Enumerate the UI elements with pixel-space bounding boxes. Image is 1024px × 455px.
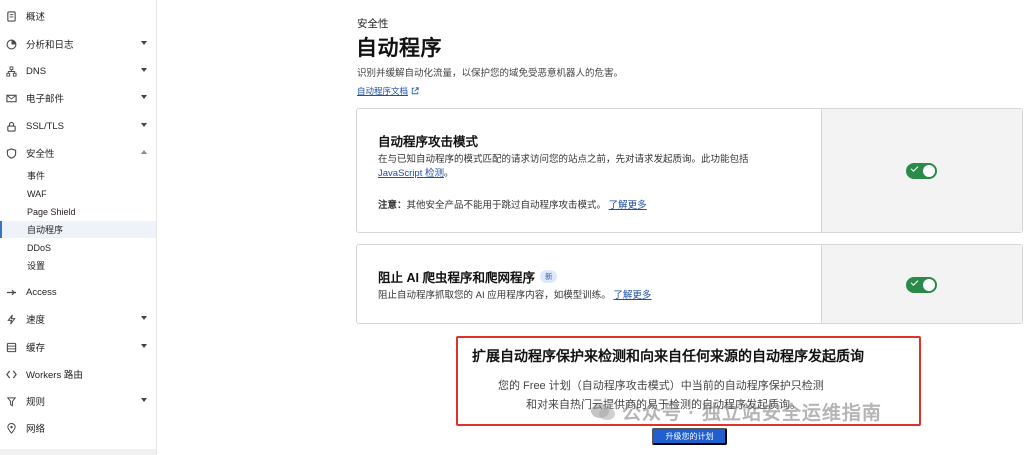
card-note: 注意：其他安全产品不能用于跳过自动程序攻击模式。 了解更多 [378,199,647,213]
sidebar-item-label: 概述 [26,12,46,23]
sidebar-item-label: 规则 [26,397,46,408]
card-description-text: 阻止自动程序抓取您的 AI 应用程序内容，如模型训练。 [378,290,611,301]
sidebar-item-label: 分析和日志 [26,40,74,51]
toggle-knob [923,279,935,291]
bot-fight-mode-toggle[interactable] [906,163,937,179]
sidebar-item-ssl-tls[interactable]: SSL/TLS [0,116,156,136]
chevron-down-icon [141,41,147,45]
sidebar-item-network[interactable]: 网络 [0,418,156,438]
sidebar-item-label: 缓存 [26,343,46,354]
sidebar-item-label: 网络 [26,424,46,435]
block-ai-bots-toggle[interactable] [906,277,937,293]
check-icon [910,278,919,286]
upgrade-plan-button[interactable]: 升级您的计划 [652,428,727,445]
sidebar-item-label: 安全性 [26,149,55,160]
sidebar-item-label: 电子邮件 [26,94,65,105]
check-icon [910,164,919,172]
breadcrumb: 安全性 [357,18,389,30]
sidebar-item-label: DNS [26,65,47,77]
workers-icon [5,368,17,380]
bolt-icon [5,313,17,325]
bots-docs-link[interactable]: 自动程序文档 [357,85,419,97]
watermark-text: 公众号 · 独立站安全运维指南 [622,403,882,424]
location-icon [5,422,17,434]
chevron-down-icon [141,123,147,127]
cache-icon [5,341,17,353]
sidebar-item-rules[interactable]: 规则 [0,391,156,411]
sidebar-item-email[interactable]: 电子邮件 [0,88,156,108]
card-title: 自动程序攻击模式 [378,135,479,149]
sidebar-footer [0,449,156,455]
card-title: 阻止 AI 爬虫程序和爬网程序 新 [378,267,558,286]
mail-icon [5,92,17,104]
watermark: 公众号 · 独立站安全运维指南 [590,398,882,425]
chevron-down-icon [141,344,147,348]
page-description: 识别并缓解自动化流量，以保护您的域免受恶意机器人的危害。 [357,68,624,79]
sidebar-item-cache[interactable]: 缓存 [0,337,156,357]
lock-icon [5,120,17,132]
sidebar-item-label: SSL/TLS [26,120,65,132]
wechat-icon [590,402,616,422]
sidebar: 概述 分析和日志 DNS 电子邮件 SSL/TLS 安全性 事件 WAF Pag… [0,0,157,455]
access-icon [5,286,17,298]
sidebar-item-label: 速度 [26,315,46,326]
sidebar-item-workers-routes[interactable]: Workers 路由 [0,364,156,384]
bot-fight-mode-card: 自动程序攻击模式 在与已知自动程序的模式匹配的请求访问您的站点之前，先对请求发起… [356,108,1023,233]
toggle-pane [821,245,1022,323]
network-icon [5,65,17,77]
card-description: 在与已知自动程序的模式匹配的请求访问您的站点之前，先对请求发起质询。此功能包括 … [378,153,808,181]
toggle-pane [821,109,1022,232]
javascript-detection-link[interactable]: JavaScript 检测 [378,168,444,179]
note-label: 注意： [378,200,407,211]
document-icon [5,10,17,22]
card-title-text: 阻止 AI 爬虫程序和爬网程序 [378,271,535,285]
upsell-title: 扩展自动程序保护来检测和向来自任何来源的自动程序发起质询 [472,348,864,364]
upsell-line-1: 您的 Free 计划（自动程序攻击模式）中当前的自动程序保护只检测 [498,380,824,392]
chevron-down-icon [141,95,147,99]
sidebar-subitem-bots[interactable]: 自动程序 [0,221,156,238]
card-description-text: 在与已知自动程序的模式匹配的请求访问您的站点之前，先对请求发起质询。此功能包括 [378,154,749,165]
sidebar-item-speed[interactable]: 速度 [0,309,156,329]
toggle-knob [923,165,935,177]
note-text: 其他安全产品不能用于跳过自动程序攻击模式。 [406,200,607,211]
period-text: 。 [444,168,454,179]
learn-more-link[interactable]: 了解更多 [613,290,651,301]
sidebar-subitem-page-shield[interactable]: Page Shield [0,203,156,220]
chevron-down-icon [141,316,147,320]
chevron-up-icon [141,150,147,154]
sidebar-item-analytics[interactable]: 分析和日志 [0,34,156,54]
shield-icon [5,147,17,159]
sidebar-subitem-ddos[interactable]: DDoS [0,239,156,256]
card-description: 阻止自动程序抓取您的 AI 应用程序内容，如模型训练。 了解更多 [378,289,651,303]
sidebar-subitem-settings[interactable]: 设置 [0,257,156,274]
chevron-down-icon [141,398,147,402]
clock-chart-icon [5,38,17,50]
sidebar-item-label: Access [26,286,57,298]
sidebar-item-dns[interactable]: DNS [0,61,156,81]
new-badge: 新 [539,270,558,283]
sidebar-item-overview[interactable]: 概述 [0,6,156,26]
chevron-down-icon [141,68,147,72]
rules-icon [5,395,17,407]
sidebar-item-security[interactable]: 安全性 [0,143,156,163]
learn-more-link[interactable]: 了解更多 [609,200,647,211]
sidebar-subitem-waf[interactable]: WAF [0,185,156,202]
sidebar-subitem-events[interactable]: 事件 [0,167,156,184]
doc-link-label: 自动程序文档 [357,86,409,96]
page-title: 自动程序 [356,37,442,60]
block-ai-bots-card: 阻止 AI 爬虫程序和爬网程序 新 阻止自动程序抓取您的 AI 应用程序内容，如… [356,244,1023,324]
external-link-icon [411,87,419,95]
sidebar-item-access[interactable]: Access [0,282,156,302]
sidebar-item-label: Workers 路由 [26,370,83,381]
